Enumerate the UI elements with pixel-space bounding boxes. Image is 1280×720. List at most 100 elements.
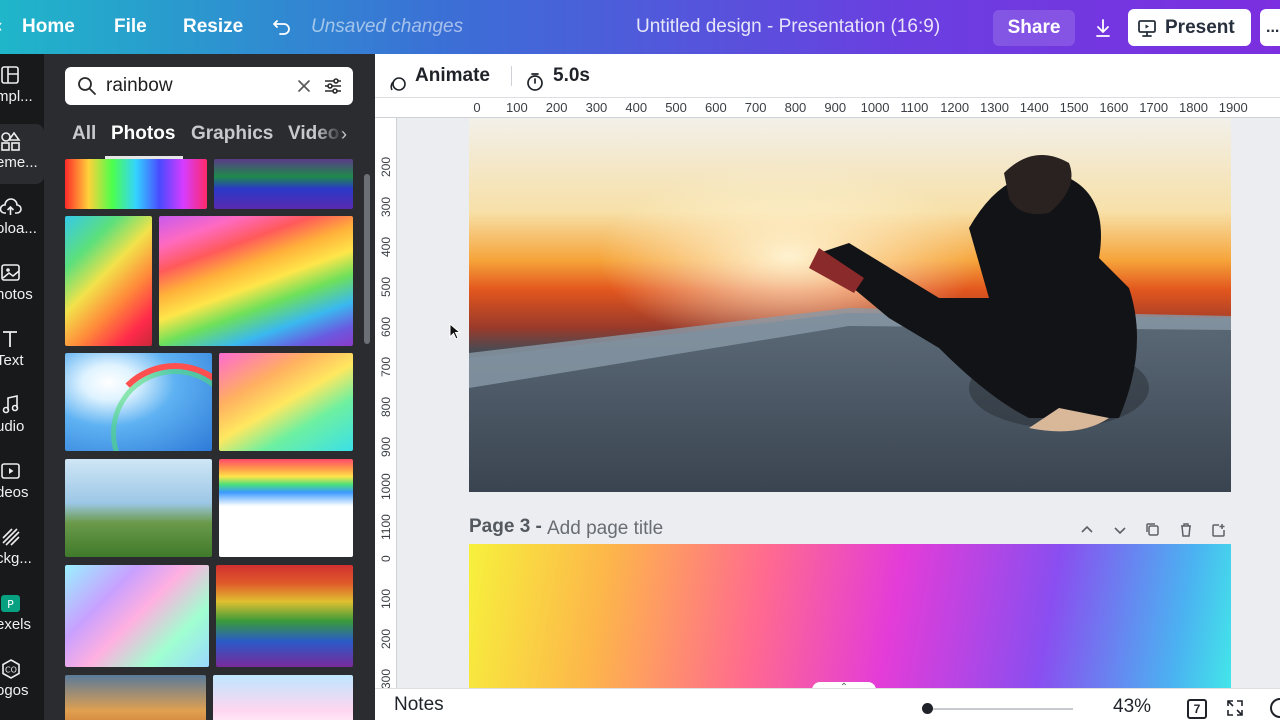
- photo-thumbnail[interactable]: [65, 353, 212, 451]
- rail-item-logos[interactable]: CO ogos: [0, 652, 44, 712]
- rail-label: ogos: [0, 682, 29, 699]
- rail-label: ckg...: [0, 550, 32, 567]
- photo-thumbnail[interactable]: [65, 675, 206, 720]
- ruler-tick-label: 900: [379, 436, 393, 457]
- ruler-tick-label: 1000: [860, 100, 890, 115]
- share-button[interactable]: Share: [993, 10, 1075, 46]
- ruler-tick-label: 200: [545, 100, 568, 115]
- home-button[interactable]: Home: [22, 0, 75, 54]
- videos-icon: [0, 460, 22, 482]
- rail-item-background[interactable]: ckg...: [0, 520, 44, 580]
- ruler-tick-label: 300: [379, 668, 393, 689]
- ruler-tick-label: 600: [705, 100, 727, 115]
- search-input[interactable]: rainbow: [106, 67, 173, 105]
- ruler-tick-label: 600: [379, 316, 393, 337]
- tab-photos[interactable]: Photos: [111, 116, 175, 156]
- toolbar-divider: [511, 66, 512, 86]
- rail-item-uploads[interactable]: oloa...: [0, 190, 44, 250]
- text-icon: [0, 328, 22, 350]
- page-3-canvas[interactable]: [469, 544, 1231, 688]
- present-button[interactable]: Present: [1128, 9, 1251, 46]
- uploads-icon: [0, 196, 22, 218]
- rail-item-elements[interactable]: eme...: [0, 124, 44, 184]
- photo-thumbnail[interactable]: [219, 353, 353, 451]
- tab-fade: [316, 116, 361, 156]
- ruler-tick-label: 300: [379, 196, 393, 217]
- resize-button[interactable]: Resize: [183, 0, 243, 54]
- photo-thumbnail[interactable]: [65, 565, 209, 667]
- rail-item-photos[interactable]: hotos: [0, 256, 44, 316]
- ruler-tick-label: 1600: [1099, 100, 1129, 115]
- logos-icon: CO: [0, 658, 22, 680]
- document-title[interactable]: Untitled design - Presentation (16:9): [636, 0, 940, 54]
- photo-thumbnail[interactable]: [214, 159, 353, 209]
- zoom-slider-handle[interactable]: [922, 703, 933, 714]
- ruler-tick-label: 1700: [1139, 100, 1169, 115]
- ruler-tick-label: 400: [379, 236, 393, 257]
- present-icon: [1137, 18, 1157, 44]
- photo-thumbnail[interactable]: [65, 459, 212, 557]
- rail-label: eme...: [0, 154, 38, 171]
- photo-thumbnail[interactable]: [213, 675, 353, 720]
- search-box[interactable]: rainbow: [65, 67, 353, 105]
- zoom-level[interactable]: 43%: [1113, 696, 1151, 718]
- ruler-tick-label: 500: [379, 276, 393, 297]
- vertical-ruler: 200 300 400 500 600 700 800 900 1000 1100 0 100 200 3…: [375, 118, 397, 689]
- rail-item-audio[interactable]: udio: [0, 388, 44, 448]
- ruler-tick-label: 0: [379, 554, 393, 562]
- notes-button[interactable]: Notes: [394, 694, 444, 716]
- add-page-icon[interactable]: [1211, 522, 1227, 538]
- duplicate-page-icon[interactable]: [1145, 522, 1161, 538]
- photo-thumbnail[interactable]: [65, 216, 152, 346]
- rail-item-templates[interactable]: mpl...: [0, 58, 44, 118]
- rail-label: exels: [0, 616, 32, 633]
- ruler-tick-label: 700: [379, 356, 393, 377]
- chevron-right-icon[interactable]: ›: [341, 124, 347, 145]
- photo-thumbnail[interactable]: [65, 159, 207, 209]
- rail-item-videos[interactable]: deos: [0, 454, 44, 514]
- chevron-up-icon[interactable]: [1079, 522, 1095, 538]
- page-2-canvas[interactable]: [469, 118, 1231, 492]
- audio-icon: [0, 394, 22, 416]
- chevron-down-icon[interactable]: [1112, 522, 1128, 538]
- clear-icon[interactable]: [294, 76, 314, 101]
- photo-thumbnail[interactable]: [216, 565, 353, 667]
- ruler-tick-label: 200: [379, 628, 393, 649]
- photo-thumbnail[interactable]: [219, 459, 353, 557]
- rail-label: oloa...: [0, 220, 37, 237]
- sunset-photo[interactable]: [469, 118, 1231, 492]
- file-menu[interactable]: File: [114, 0, 147, 54]
- filter-icon[interactable]: [323, 76, 343, 101]
- bottom-bar: Notes 43% 7: [375, 688, 1280, 720]
- unsaved-status: Unsaved changes: [311, 16, 464, 37]
- delete-page-icon[interactable]: [1178, 522, 1194, 538]
- fullscreen-icon[interactable]: [1225, 698, 1245, 720]
- ruler-tick-label: 800: [784, 100, 807, 115]
- duration-label: 5.0s: [553, 65, 590, 86]
- page-number-label: Page 3 -: [469, 516, 542, 537]
- background-icon: [0, 526, 22, 548]
- tab-all[interactable]: All: [72, 116, 96, 156]
- photo-thumbnail[interactable]: [159, 216, 353, 346]
- ruler-tick-label: 1000: [379, 473, 393, 500]
- horizontal-ruler: 0 100 200 300 400 500 600 700 800 900 1000 1100 1200…: [375, 98, 1280, 118]
- rail-item-pexels[interactable]: P exels: [0, 586, 44, 646]
- pages-count-icon[interactable]: 7: [1187, 699, 1207, 719]
- tab-graphics[interactable]: Graphics: [191, 116, 273, 156]
- undo-icon[interactable]: [272, 0, 292, 54]
- zoom-slider-track[interactable]: [923, 708, 1073, 710]
- search-icon: [77, 76, 97, 101]
- panel-scrollbar[interactable]: [364, 174, 370, 344]
- ruler-tick-label: 500: [665, 100, 687, 115]
- rail-label: udio: [0, 418, 25, 435]
- page-title-input[interactable]: Add page title: [547, 518, 663, 540]
- download-icon[interactable]: [1087, 10, 1119, 46]
- ruler-tick-label: 0: [473, 100, 481, 115]
- help-icon[interactable]: [1270, 698, 1280, 718]
- editor-toolbar: Animate 5.0s: [375, 54, 1280, 98]
- ruler-tick-label: 1100: [379, 514, 393, 540]
- back-chevron-icon[interactable]: ‹: [0, 0, 2, 54]
- templates-icon: [0, 64, 22, 86]
- rail-item-text[interactable]: Text: [0, 322, 44, 382]
- more-button[interactable]: ...: [1260, 9, 1280, 46]
